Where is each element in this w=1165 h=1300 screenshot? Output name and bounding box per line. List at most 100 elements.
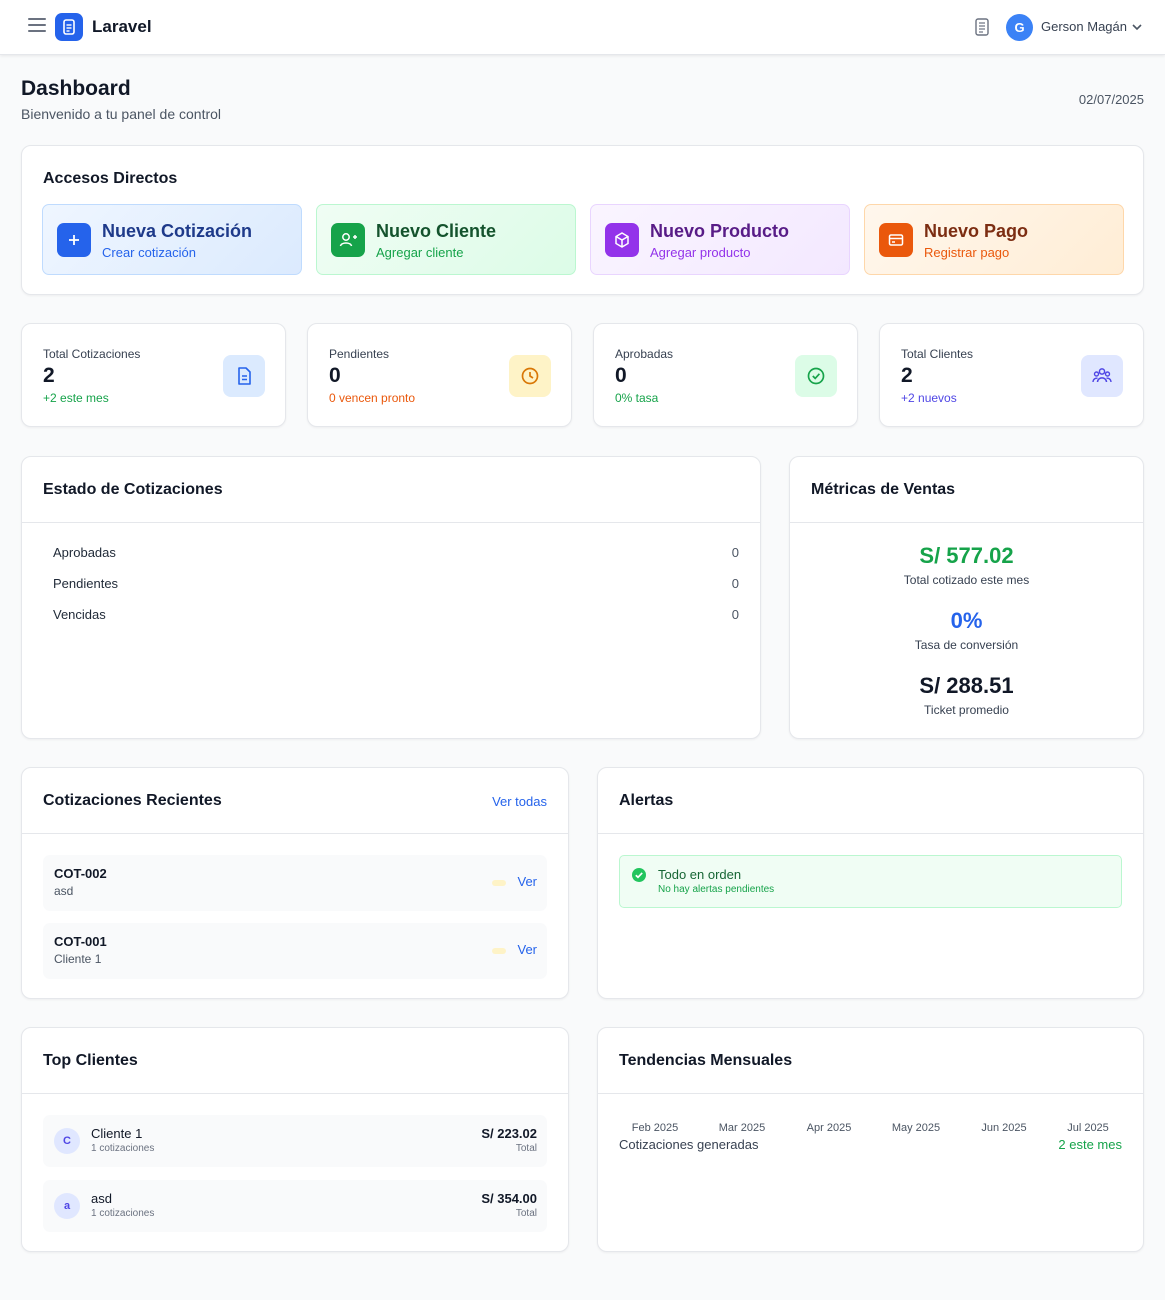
trend-series-label: Cotizaciones generadas — [619, 1137, 759, 1152]
stat-card-total-clients: Total Clientes 2 +2 nuevos — [879, 323, 1144, 427]
metric-average-ticket: S/ 288.51 — [919, 673, 1014, 698]
card-header: Métricas de Ventas — [790, 457, 1143, 523]
plus-icon — [57, 223, 91, 257]
recent-quotes-title: Cotizaciones Recientes — [43, 792, 222, 809]
new-client-title: Nuevo Cliente — [376, 221, 497, 241]
quote-client: Cliente 1 — [54, 952, 102, 966]
stat-card-approved: Aprobadas 0 0% tasa — [593, 323, 858, 427]
alerts-title: Alertas — [619, 792, 674, 809]
app-logo-icon[interactable] — [55, 13, 83, 41]
view-quote-link[interactable]: Ver — [517, 942, 537, 957]
avatar: a — [54, 1193, 80, 1219]
user-avatar[interactable]: G — [1006, 14, 1033, 41]
metric-label: Total cotizado este mes — [903, 573, 1030, 587]
chevron-down-icon[interactable] — [1131, 20, 1143, 32]
metric-label: Tasa de conversión — [914, 638, 1019, 652]
alert-title: Todo en orden — [658, 867, 742, 882]
stat-note: +2 nuevos — [901, 391, 957, 405]
quote-status-card: Estado de Cotizaciones Aprobadas 0 Pendi… — [21, 456, 761, 739]
document-icon — [223, 355, 265, 397]
new-quote-title: Nueva Cotización — [102, 221, 253, 241]
trend-note: 2 este mes — [1058, 1137, 1122, 1152]
avatar: C — [54, 1128, 80, 1154]
client-name: Cliente 1 — [91, 1126, 143, 1141]
page-subtitle: Bienvenido a tu panel de control — [21, 106, 222, 122]
new-client-sub: Agregar cliente — [376, 245, 464, 260]
user-plus-icon — [331, 223, 365, 257]
alerts-card: Alertas Todo en orden No hay alertas pen… — [597, 767, 1144, 999]
check-circle-icon — [795, 355, 837, 397]
list-item: C Cliente 1 1 cotizaciones S/ 223.02 Tot… — [43, 1115, 547, 1167]
stat-label: Pendientes — [329, 347, 390, 361]
status-count: 0 — [731, 607, 739, 622]
stat-label: Total Cotizaciones — [43, 347, 141, 361]
card-header: Estado de Cotizaciones — [22, 457, 760, 523]
credit-card-icon — [879, 223, 913, 257]
stat-note: +2 este mes — [43, 391, 109, 405]
new-product-sub: Agregar producto — [650, 245, 751, 260]
new-product-title: Nuevo Producto — [650, 221, 790, 241]
trend-month-label: Feb 2025 — [631, 1122, 679, 1134]
trend-month-label: May 2025 — [891, 1122, 941, 1134]
status-label: Vencidas — [53, 607, 106, 622]
client-quote-count: 1 cotizaciones — [91, 1143, 155, 1154]
top-clients-title: Top Clientes — [43, 1052, 138, 1069]
quote-code: COT-002 — [54, 866, 107, 881]
view-all-link[interactable]: Ver todas — [492, 794, 547, 809]
stat-note: 0% tasa — [615, 391, 659, 405]
stat-card-total-quotes: Total Cotizaciones 2 +2 este mes — [21, 323, 286, 427]
monthly-trends-title: Tendencias Mensuales — [619, 1052, 793, 1069]
client-quote-count: 1 cotizaciones — [91, 1208, 155, 1219]
new-payment-button[interactable]: Nuevo Pago Registrar pago — [864, 204, 1124, 275]
new-client-button[interactable]: Nuevo Cliente Agregar cliente — [316, 204, 576, 275]
stat-card-pending: Pendientes 0 0 vencen pronto — [307, 323, 572, 427]
list-item: a asd 1 cotizaciones S/ 354.00 Total — [43, 1180, 547, 1232]
metric-label: Ticket promedio — [924, 703, 1009, 717]
client-total-label: Total — [515, 1143, 537, 1154]
new-payment-sub: Registrar pago — [924, 245, 1010, 260]
page-title: Dashboard — [21, 77, 131, 100]
status-count: 0 — [731, 576, 739, 591]
quote-code: COT-001 — [54, 934, 107, 949]
menu-icon[interactable] — [28, 18, 46, 36]
current-date: 02/07/2025 — [1078, 92, 1144, 107]
trend-month-label: Apr 2025 — [806, 1122, 852, 1134]
stat-note: 0 vencen pronto — [329, 391, 416, 405]
new-product-button[interactable]: Nuevo Producto Agregar producto — [590, 204, 850, 275]
stat-value: 2 — [43, 364, 55, 387]
metric-conversion-rate: 0% — [950, 608, 983, 633]
card-header: Top Clientes — [22, 1028, 568, 1094]
trend-month-label: Jun 2025 — [981, 1122, 1027, 1134]
quote-client: asd — [54, 884, 74, 898]
stat-value: 2 — [901, 364, 913, 387]
status-badge — [492, 948, 506, 954]
quick-access-title: Accesos Directos — [43, 170, 178, 187]
top-navbar: Laravel G Gerson Magán — [0, 0, 1165, 55]
stat-value: 0 — [615, 364, 627, 387]
sales-metrics-card: Métricas de Ventas S/ 577.02 Total cotiz… — [789, 456, 1144, 739]
metric-total-quoted: S/ 577.02 — [919, 543, 1014, 568]
client-total: S/ 354.00 — [481, 1191, 537, 1206]
user-name[interactable]: Gerson Magán — [1041, 19, 1127, 34]
users-icon — [1081, 355, 1123, 397]
new-quote-button[interactable]: Nueva Cotización Crear cotización — [42, 204, 302, 275]
list-item: COT-002 asd Ver — [43, 855, 547, 911]
list-item: COT-001 Cliente 1 Ver — [43, 923, 547, 979]
client-total: S/ 223.02 — [481, 1126, 537, 1141]
trend-month-label: Jul 2025 — [1067, 1122, 1109, 1134]
client-name: asd — [91, 1191, 112, 1206]
status-badge — [492, 880, 506, 886]
notifications-document-icon[interactable] — [973, 17, 991, 37]
check-circle-icon — [631, 867, 647, 883]
quick-access-card: Accesos Directos Nueva Cotización Crear … — [21, 145, 1144, 295]
card-header: Tendencias Mensuales — [598, 1028, 1143, 1094]
quote-status-title: Estado de Cotizaciones — [43, 481, 223, 498]
top-clients-card: Top Clientes C Cliente 1 1 cotizaciones … — [21, 1027, 569, 1252]
sales-metrics-title: Métricas de Ventas — [811, 481, 956, 498]
view-quote-link[interactable]: Ver — [517, 874, 537, 889]
recent-quotes-card: Cotizaciones Recientes Ver todas COT-002… — [21, 767, 569, 999]
box-icon — [605, 223, 639, 257]
stat-label: Total Clientes — [901, 347, 974, 361]
stat-value: 0 — [329, 364, 341, 387]
app-name[interactable]: Laravel — [92, 17, 152, 37]
